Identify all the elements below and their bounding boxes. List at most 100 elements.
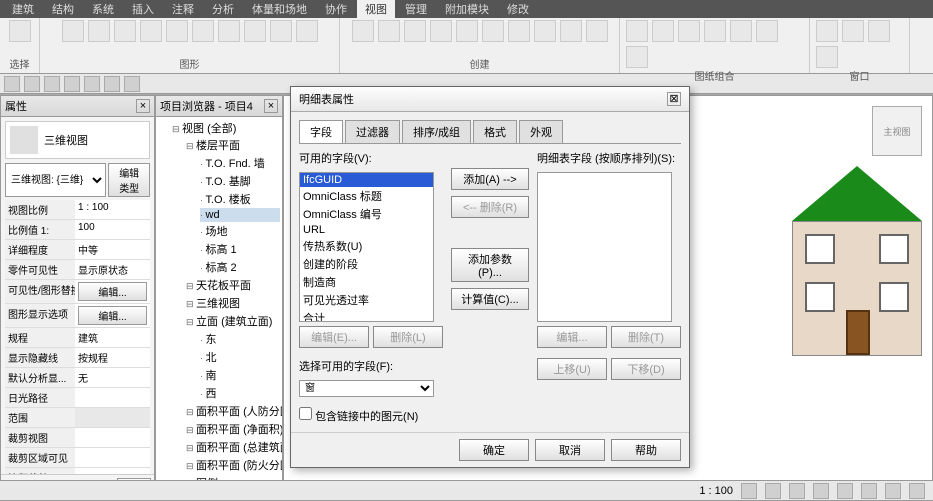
tree-node[interactable]: 立面 (建筑立面) (186, 312, 280, 330)
available-fields-list[interactable]: IfcGUIDOmniClass 标题OmniClass 编号URL传热系数(U… (299, 172, 434, 322)
calc-value-button[interactable]: 计算值(C)... (451, 288, 529, 310)
menu-tab-0[interactable]: 建筑 (4, 0, 42, 19)
ribbon-icon[interactable] (244, 20, 266, 42)
ribbon-icon[interactable] (842, 20, 864, 42)
select-from-dropdown[interactable]: 窗 (299, 380, 434, 397)
dialog-close-icon[interactable]: ⊠ (667, 92, 681, 106)
prop-value[interactable] (75, 428, 150, 447)
move-up-button[interactable]: 上移(U) (537, 358, 607, 380)
status-icon[interactable] (765, 483, 781, 499)
menu-tab-5[interactable]: 分析 (204, 0, 242, 19)
ribbon-icon[interactable] (404, 20, 426, 42)
ribbon-icon[interactable] (626, 20, 648, 42)
tool-icon[interactable] (44, 76, 60, 92)
ribbon-icon[interactable] (430, 20, 452, 42)
tool-icon[interactable] (24, 76, 40, 92)
ribbon-icon[interactable] (62, 20, 84, 42)
field-item[interactable]: OmniClass 编号 (300, 205, 433, 223)
ribbon-icon[interactable] (140, 20, 162, 42)
status-icon[interactable] (837, 483, 853, 499)
ribbon-icon[interactable] (534, 20, 556, 42)
menu-tab-10[interactable]: 附加模块 (437, 0, 497, 19)
tree-node[interactable]: 面积平面 (防火分区面积) (186, 456, 280, 474)
cancel-button[interactable]: 取消 (535, 439, 605, 461)
prop-value[interactable]: 编辑... (75, 280, 150, 303)
include-linked-checkbox[interactable]: 包含链接中的图元(N) (299, 407, 443, 424)
menu-tab-3[interactable]: 插入 (124, 0, 162, 19)
tree-node[interactable]: 面积平面 (人防分区面积) (186, 402, 280, 420)
menu-tab-1[interactable]: 结构 (44, 0, 82, 19)
delete2-button[interactable]: 删除(T) (611, 326, 681, 348)
tree-leaf[interactable]: T.O. Fnd. 墙 (200, 154, 280, 172)
field-item[interactable]: 传热系数(U) (300, 237, 433, 255)
tree-leaf[interactable]: 标高 2 (200, 258, 280, 276)
tree-leaf[interactable]: 北 (200, 348, 280, 366)
tree-leaf[interactable]: 标高 1 (200, 240, 280, 258)
remove-button[interactable]: <-- 删除(R) (451, 196, 529, 218)
dialog-tab[interactable]: 过滤器 (345, 120, 400, 143)
tree-leaf[interactable]: T.O. 楼板 (200, 190, 280, 208)
ribbon-icon[interactable] (586, 20, 608, 42)
field-item[interactable]: 合计 (300, 309, 433, 322)
dialog-tab[interactable]: 外观 (519, 120, 563, 143)
ribbon-icon[interactable] (560, 20, 582, 42)
tree-node[interactable]: 面积平面 (总建筑面积) (186, 438, 280, 456)
tree-node[interactable]: 楼层平面 (186, 136, 280, 154)
type-selector[interactable]: 三维视图: {三维} (5, 163, 106, 197)
ribbon-icon[interactable] (816, 46, 838, 68)
tool-icon[interactable] (104, 76, 120, 92)
field-item[interactable]: OmniClass 标题 (300, 187, 433, 205)
tree-leaf[interactable]: 西 (200, 384, 280, 402)
tree-leaf[interactable]: wd (200, 208, 280, 222)
menu-tab-7[interactable]: 协作 (317, 0, 355, 19)
prop-value[interactable] (75, 388, 150, 407)
prop-value[interactable]: 100 (75, 220, 150, 239)
status-icon[interactable] (813, 483, 829, 499)
select-icon[interactable] (9, 20, 31, 42)
ribbon-icon[interactable] (270, 20, 292, 42)
delete-field-button[interactable]: 删除(L) (373, 326, 443, 348)
tool-icon[interactable] (64, 76, 80, 92)
menu-tab-2[interactable]: 系统 (84, 0, 122, 19)
ribbon-icon[interactable] (296, 20, 318, 42)
edit-type-button[interactable]: 编辑类型 (108, 163, 150, 197)
prop-value[interactable]: 显示原状态 (75, 260, 150, 279)
menu-tab-8[interactable]: 视图 (357, 0, 395, 19)
close-icon[interactable]: × (264, 99, 278, 113)
field-item[interactable]: IfcGUID (300, 173, 433, 187)
status-icon[interactable] (741, 483, 757, 499)
tree-node[interactable]: 三维视图 (186, 294, 280, 312)
dialog-tab[interactable]: 格式 (473, 120, 517, 143)
ribbon-icon[interactable] (626, 46, 648, 68)
tree-leaf[interactable]: 东 (200, 330, 280, 348)
tree-leaf[interactable]: 南 (200, 366, 280, 384)
prop-value[interactable] (75, 448, 150, 467)
edit-field-button[interactable]: 编辑(E)... (299, 326, 369, 348)
scheduled-fields-list[interactable] (537, 172, 672, 322)
menu-tab-4[interactable]: 注释 (164, 0, 202, 19)
status-icon[interactable] (885, 483, 901, 499)
ribbon-icon[interactable] (868, 20, 890, 42)
edit2-button[interactable]: 编辑... (537, 326, 607, 348)
viewcube[interactable]: 主视图 (872, 106, 922, 156)
ok-button[interactable]: 确定 (459, 439, 529, 461)
prop-value[interactable]: 按规程 (75, 348, 150, 367)
field-item[interactable]: 可见光透过率 (300, 291, 433, 309)
ribbon-icon[interactable] (166, 20, 188, 42)
menu-tab-9[interactable]: 管理 (397, 0, 435, 19)
status-icon[interactable] (909, 483, 925, 499)
ribbon-icon[interactable] (352, 20, 374, 42)
tree-leaf[interactable]: 场地 (200, 222, 280, 240)
field-item[interactable]: URL (300, 223, 433, 237)
prop-value[interactable]: 中等 (75, 240, 150, 259)
move-down-button[interactable]: 下移(D) (611, 358, 681, 380)
tree-node[interactable]: 天花板平面 (186, 276, 280, 294)
close-icon[interactable]: × (136, 99, 150, 113)
dialog-tab[interactable]: 排序/成组 (402, 120, 471, 143)
prop-value[interactable] (75, 408, 150, 427)
tree-leaf[interactable]: T.O. 基脚 (200, 172, 280, 190)
menu-tab-11[interactable]: 修改 (499, 0, 537, 19)
ribbon-icon[interactable] (114, 20, 136, 42)
status-icon[interactable] (789, 483, 805, 499)
prop-value[interactable]: 1 : 100 (75, 200, 150, 219)
